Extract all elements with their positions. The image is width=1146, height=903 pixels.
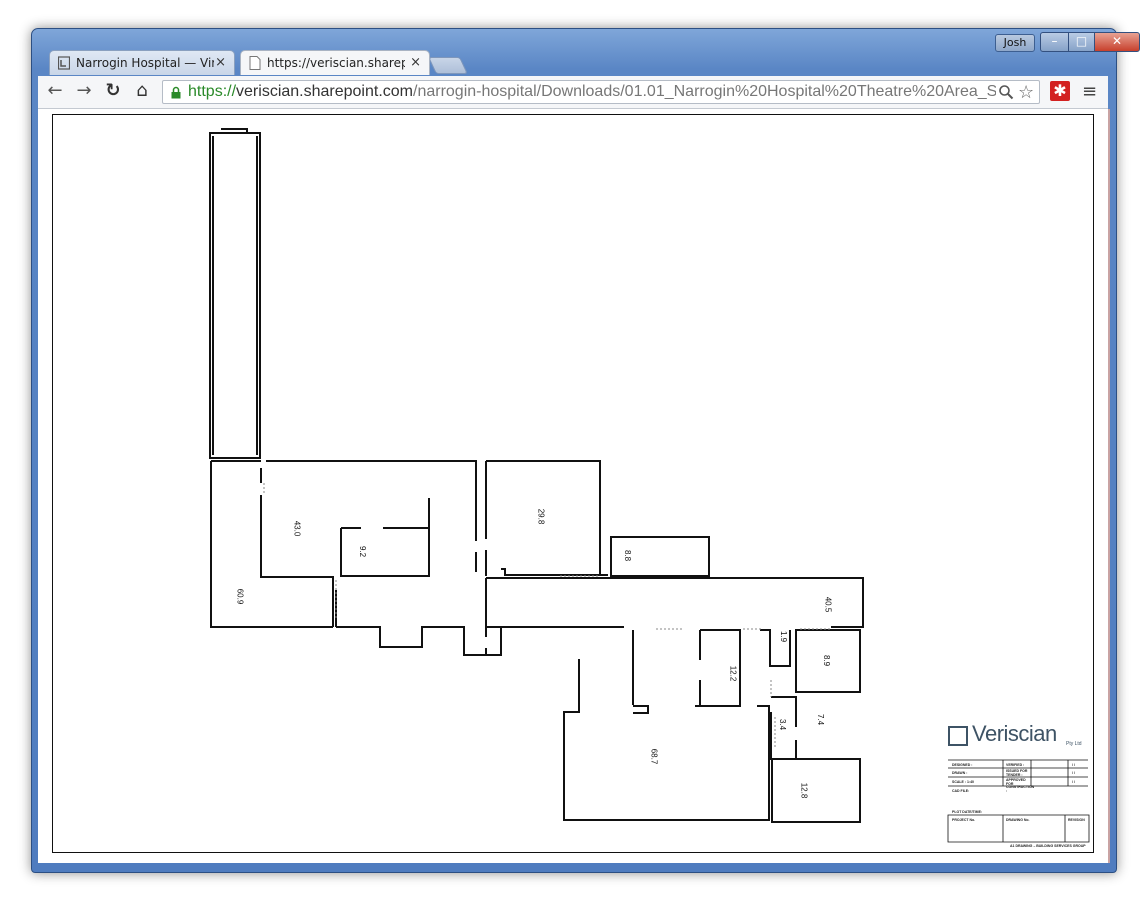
drawing-no-label: DRAWING No. xyxy=(1006,818,1030,822)
page-icon xyxy=(249,56,261,70)
revision-label: REVISION xyxy=(1068,818,1085,822)
tab-document[interactable]: https://veriscian.sharepoi × xyxy=(240,50,430,75)
date-blank: / / xyxy=(1072,771,1075,775)
plot-date-label: PLOT DATE/TIME: xyxy=(952,810,983,814)
drawn-label: DRAWN : xyxy=(952,771,968,775)
for-construction-label: APPROVED FOR CONSTRUCTION : xyxy=(1006,778,1035,793)
verified-label: VERIFIED : xyxy=(1006,763,1025,767)
footer-label: A1 DRAWING – BUILDING SERVICES GROUP xyxy=(1010,844,1086,848)
project-no-label: PROJECT No. xyxy=(952,818,976,822)
designed-label: DESIGNED : xyxy=(952,763,973,767)
for-tender-label: ISSUED FOR TENDER : xyxy=(1006,769,1028,777)
date-blank: / / xyxy=(1072,763,1075,767)
date-blank: / / xyxy=(1072,780,1075,784)
tab-title: https://veriscian.sharepoi xyxy=(267,56,405,70)
tab-close-button[interactable]: × xyxy=(410,55,421,70)
title-block xyxy=(947,759,1090,843)
scale-label: SCALE : 1:40 xyxy=(952,780,974,784)
cad-file-label: CAD FILE: xyxy=(952,789,970,793)
